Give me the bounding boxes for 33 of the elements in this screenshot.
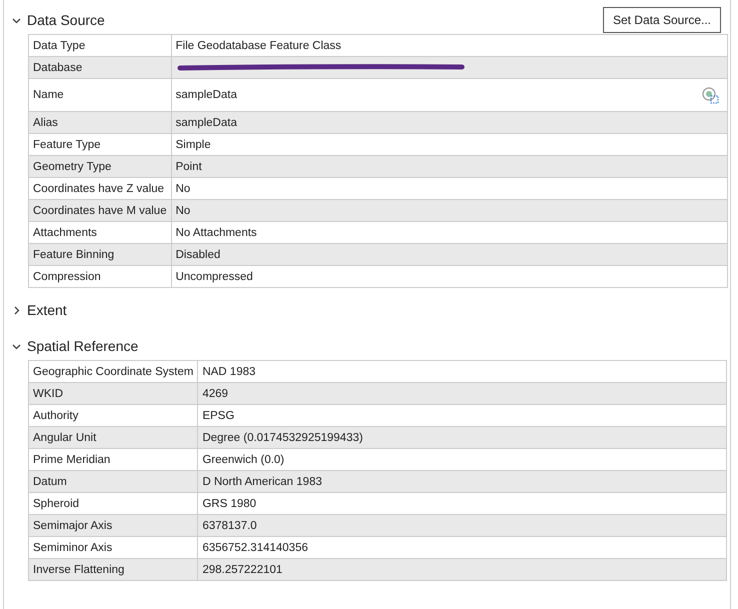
property-name: Feature Binning [28,244,172,266]
property-value: 6378137.0 [198,514,726,536]
section-header[interactable]: Data Source [12,12,105,28]
property-name: Geographic Coordinate System [28,360,198,382]
property-name: Alias [28,112,172,134]
property-value: Point [171,156,728,178]
section-header[interactable]: Extent [12,302,67,318]
property-value: 4269 [198,382,726,404]
property-name: Data Type [28,34,172,56]
property-name: WKID [28,382,198,404]
property-value: No [171,200,728,222]
property-value: 298.257222101 [198,558,726,580]
property-name: Angular Unit [28,426,198,448]
property-name: Semimajor Axis [28,514,198,536]
chevron-down-icon [12,16,21,24]
section-header[interactable]: Spatial Reference [12,338,138,354]
property-value: D North American 1983 [198,470,726,492]
property-name: Coordinates have M value [28,200,172,222]
property-name: Database [28,56,172,78]
property-value: NAD 1983 [198,360,726,382]
chevron-right-icon [12,306,21,314]
property-value: sampleData [176,89,237,101]
property-value: File Geodatabase Feature Class [171,34,728,56]
property-name: Compression [28,266,172,288]
property-value: Disabled [171,244,728,266]
property-value: Degree (0.0174532925199433) [198,426,726,448]
property-name: Geometry Type [28,156,172,178]
property-name: Datum [28,470,198,492]
property-value: sampleData [171,112,728,134]
chevron-down-icon [12,342,21,350]
set-data-source-button[interactable]: Set Data Source... [602,7,721,33]
property-value: Uncompressed [171,266,728,288]
property-name: Inverse Flattening [28,558,198,580]
